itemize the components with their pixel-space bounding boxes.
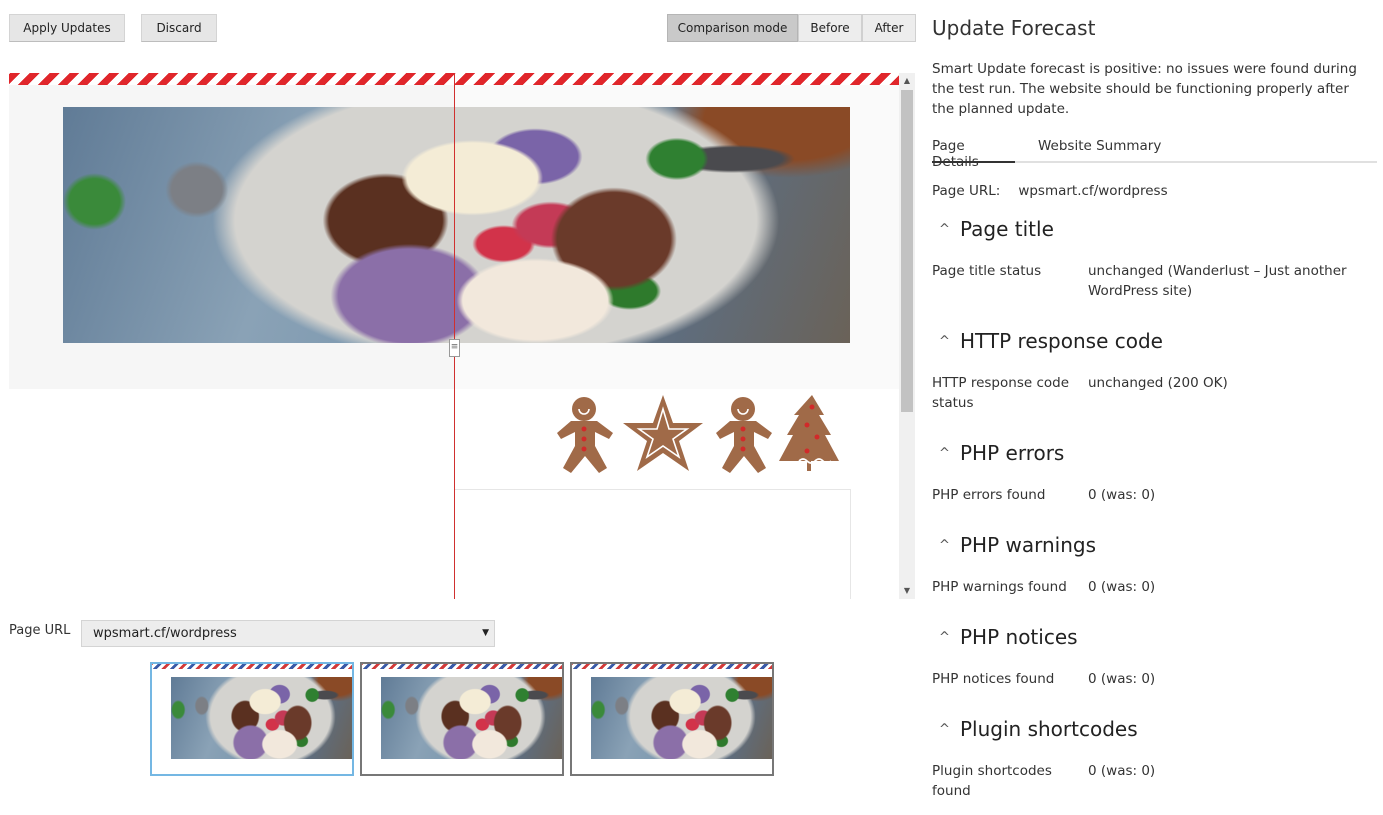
- section-page-title[interactable]: ^ Page title: [932, 217, 1054, 245]
- page-url-key: Page URL:: [932, 183, 1001, 199]
- section-plugin-shortcodes[interactable]: ^ Plugin shortcodes: [932, 717, 1138, 745]
- section-php-errors[interactable]: ^ PHP errors: [932, 441, 1064, 469]
- detail-key: PHP errors found: [932, 487, 1046, 503]
- gingerbread-cookies-image: [557, 395, 839, 473]
- discard-button[interactable]: Discard: [141, 14, 217, 42]
- section-title: PHP notices: [960, 625, 1078, 649]
- preview-scrollbar[interactable]: ▲ ▼: [899, 73, 915, 599]
- detail-value: 0 (was: 0): [1088, 487, 1156, 503]
- detail-key: Page title status: [932, 263, 1042, 279]
- comparison-divider-line[interactable]: [454, 73, 455, 599]
- page-url-select-value: wpsmart.cf/wordpress: [93, 626, 237, 641]
- comparison-mode-button[interactable]: Comparison mode: [667, 14, 798, 42]
- apply-updates-button[interactable]: Apply Updates: [9, 14, 125, 42]
- thumbnail-stripes: [362, 664, 562, 669]
- thumbnail-stripes: [152, 664, 352, 669]
- detail-key: PHP warnings found: [932, 579, 1067, 595]
- forecast-description: Smart Update forecast is positive: no is…: [932, 61, 1357, 117]
- section-title: Page title: [960, 217, 1054, 241]
- scrollbar-thumb[interactable]: [901, 90, 913, 412]
- ice-cream-hero-image: [63, 107, 850, 343]
- section-title: HTTP response code: [960, 329, 1163, 353]
- chevron-up-icon[interactable]: ^: [932, 334, 960, 349]
- tab-page-details[interactable]: Page Details: [932, 138, 1015, 170]
- thumbnail-image: [381, 677, 562, 759]
- chevron-up-icon[interactable]: ^: [932, 630, 960, 645]
- chevron-down-icon: ▼: [482, 628, 489, 638]
- page-url-label: Page URL: [9, 623, 71, 638]
- page-url-value: wpsmart.cf/wordpress: [1018, 183, 1168, 199]
- page-thumbnail[interactable]: [150, 662, 354, 776]
- panel-title: Update Forecast: [932, 16, 1096, 40]
- after-button[interactable]: After: [862, 14, 916, 42]
- before-button[interactable]: Before: [798, 14, 862, 42]
- detail-key: HTTP response code status: [932, 375, 1070, 411]
- detail-value: unchanged (Wanderlust – Just another Wor…: [1088, 263, 1347, 299]
- content-area: [455, 489, 851, 599]
- chevron-up-icon[interactable]: ^: [932, 722, 960, 737]
- update-forecast-panel: Update Forecast Smart Update forecast is…: [932, 0, 1377, 815]
- page-thumbnail[interactable]: [360, 662, 564, 776]
- detail-value: 0 (was: 0): [1088, 671, 1156, 687]
- divider-drag-handle[interactable]: ≡: [449, 339, 460, 357]
- thumbnail-image: [591, 677, 772, 759]
- section-title: PHP warnings: [960, 533, 1097, 557]
- tab-website-summary[interactable]: Website Summary: [1038, 138, 1161, 163]
- detail-key: PHP notices found: [932, 671, 1055, 687]
- section-php-warnings[interactable]: ^ PHP warnings: [932, 533, 1096, 561]
- panel-tabs: Page Details Website Summary: [932, 138, 1377, 170]
- site-preview[interactable]: ≡ ▲ ▼: [9, 73, 915, 599]
- thumbnail-stripes: [572, 664, 772, 669]
- detail-value: 0 (was: 0): [1088, 579, 1156, 595]
- chevron-up-icon[interactable]: ^: [932, 538, 960, 553]
- section-http-response-code[interactable]: ^ HTTP response code: [932, 329, 1163, 357]
- section-php-notices[interactable]: ^ PHP notices: [932, 625, 1078, 653]
- page-url-select[interactable]: wpsmart.cf/wordpress ▼: [81, 620, 495, 647]
- section-title: Plugin shortcodes: [960, 717, 1138, 741]
- chevron-up-icon[interactable]: ^: [932, 446, 960, 461]
- detail-key: Plugin shortcodes found: [932, 763, 1052, 799]
- thumbnail-image: [171, 677, 352, 759]
- page-thumbnail[interactable]: [570, 662, 774, 776]
- detail-value: unchanged (200 OK): [1088, 375, 1228, 391]
- page-url-row: Page URL: wpsmart.cf/wordpress: [932, 183, 1168, 199]
- chevron-up-icon[interactable]: ^: [932, 222, 960, 237]
- scroll-up-icon[interactable]: ▲: [899, 73, 915, 89]
- detail-value: 0 (was: 0): [1088, 763, 1156, 779]
- scroll-down-icon[interactable]: ▼: [899, 583, 915, 599]
- section-title: PHP errors: [960, 441, 1065, 465]
